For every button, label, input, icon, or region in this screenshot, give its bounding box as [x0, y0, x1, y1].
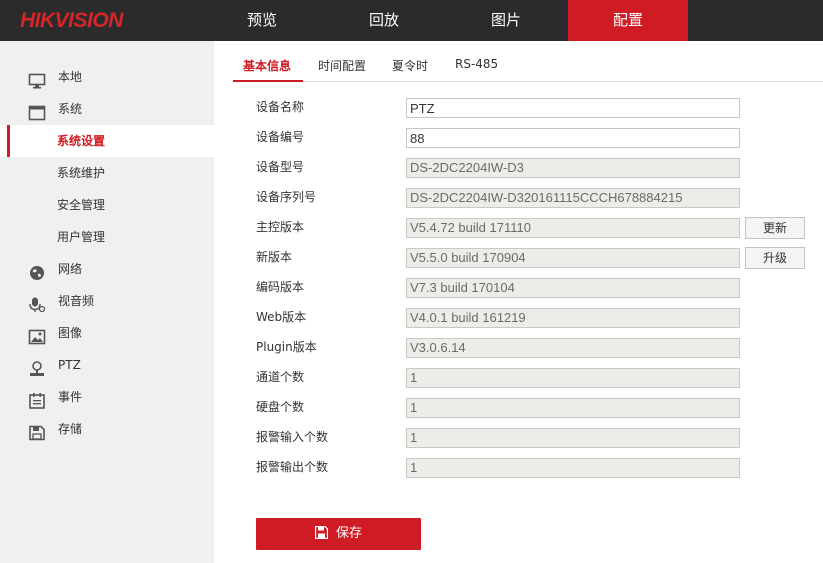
save-button[interactable]: 保存 [256, 518, 421, 550]
hdd-count-label: 硬盘个数 [256, 400, 305, 414]
device-name-input[interactable] [406, 98, 740, 118]
sidebar-item-system-maintenance[interactable]: 系统维护 [0, 157, 214, 189]
encoding-version-field: V7.3 build 170104 [406, 278, 740, 298]
save-icon [314, 520, 329, 540]
encoding-version-label: 编码版本 [256, 280, 305, 294]
alarm-output-count-field: 1 [406, 458, 740, 478]
refresh-button[interactable]: 更新 [745, 217, 805, 239]
mic-icon [28, 293, 46, 313]
sidebar-item-system[interactable]: 系统 [0, 93, 214, 125]
sidebar-item-local[interactable]: 本地 [0, 61, 214, 93]
sidebar: 本地 系统 系统设置 系统维护 安全管理 用户管理 网络 视音频 图像 PTZ … [0, 41, 214, 563]
alarm-input-count-label: 报警输入个数 [256, 430, 329, 444]
model-field: DS-2DC2204IW-D3 [406, 158, 740, 178]
alarm-output-count-label: 报警输出个数 [256, 460, 329, 474]
nav-playback[interactable]: 回放 [324, 0, 444, 41]
disk-icon [28, 421, 46, 441]
sidebar-item-event[interactable]: 事件 [0, 381, 214, 413]
channel-count-field: 1 [406, 368, 740, 388]
device-no-label: 设备编号 [256, 130, 305, 144]
calendar-icon [28, 389, 46, 409]
window-icon [28, 101, 46, 121]
tab-rs485[interactable]: RS-485 [455, 57, 498, 81]
save-label: 保存 [335, 526, 362, 541]
tab-time-settings[interactable]: 时间配置 [318, 57, 366, 81]
sidebar-item-user-management[interactable]: 用户管理 [0, 221, 214, 253]
top-bar: HIKVISION 预览 回放 图片 配置 [0, 0, 823, 41]
device-name-label: 设备名称 [256, 100, 305, 114]
new-version-field: V5.5.0 build 170904 [406, 248, 740, 268]
web-version-label: Web版本 [256, 310, 307, 324]
tab-dst[interactable]: 夏令时 [392, 57, 428, 81]
image-icon [28, 325, 46, 345]
sidebar-item-image[interactable]: 图像 [0, 317, 214, 349]
model-label: 设备型号 [256, 160, 305, 174]
sidebar-item-ptz[interactable]: PTZ [0, 349, 214, 381]
serial-no-label: 设备序列号 [256, 190, 317, 204]
sidebar-item-network[interactable]: 网络 [0, 253, 214, 285]
channel-count-label: 通道个数 [256, 370, 305, 384]
firmware-version-label: 主控版本 [256, 220, 305, 234]
web-version-field: V4.0.1 build 161219 [406, 308, 740, 328]
firmware-version-field: V5.4.72 build 171110 [406, 218, 740, 238]
serial-no-field: DS-2DC2204IW-D320161115CCCH678884215 [406, 188, 740, 208]
device-no-input[interactable] [406, 128, 740, 148]
hikvision-logo: HIKVISION [20, 9, 123, 32]
sidebar-item-security[interactable]: 安全管理 [0, 189, 214, 221]
sidebar-item-audio-video[interactable]: 视音频 [0, 285, 214, 317]
alarm-input-count-field: 1 [406, 428, 740, 448]
tab-divider [233, 81, 823, 82]
nav-configuration[interactable]: 配置 [568, 0, 688, 41]
sidebar-item-storage[interactable]: 存储 [0, 413, 214, 445]
plugin-version-label: Plugin版本 [256, 340, 317, 354]
plugin-version-field: V3.0.6.14 [406, 338, 740, 358]
nav-preview[interactable]: 预览 [202, 0, 322, 41]
hdd-count-field: 1 [406, 398, 740, 418]
tab-basic-info[interactable]: 基本信息 [243, 57, 291, 81]
nav-picture[interactable]: 图片 [446, 0, 566, 41]
new-version-label: 新版本 [256, 250, 293, 264]
sidebar-item-system-settings[interactable]: 系统设置 [0, 125, 214, 157]
globe-icon [28, 261, 46, 280]
tab-active-indicator [233, 80, 303, 82]
monitor-icon [28, 69, 46, 89]
ptz-icon [28, 357, 46, 376]
upgrade-button[interactable]: 升级 [745, 247, 805, 269]
